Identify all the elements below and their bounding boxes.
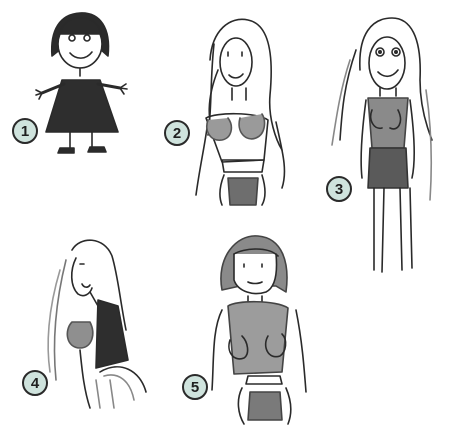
step-badge-5: 5 (182, 374, 208, 400)
figure-3 (332, 18, 432, 272)
figure-4 (48, 240, 146, 408)
step-badge-1-label: 1 (20, 122, 30, 140)
cartoon-girl-drawing-steps (0, 0, 450, 438)
step-badge-3: 3 (326, 176, 352, 202)
step-badge-4-label: 4 (30, 374, 40, 392)
step-badge-3-label: 3 (334, 180, 344, 198)
step-badge-5-label: 5 (190, 378, 200, 396)
step-badge-2-label: 2 (172, 124, 182, 142)
figure-1 (36, 13, 127, 153)
step-badge-2: 2 (164, 120, 190, 146)
step-badge-4: 4 (22, 370, 48, 396)
figure-2 (196, 19, 284, 205)
sketch-sheet: 1 2 3 4 5 (0, 0, 450, 438)
figure-5 (212, 236, 306, 424)
step-badge-1: 1 (12, 118, 38, 144)
